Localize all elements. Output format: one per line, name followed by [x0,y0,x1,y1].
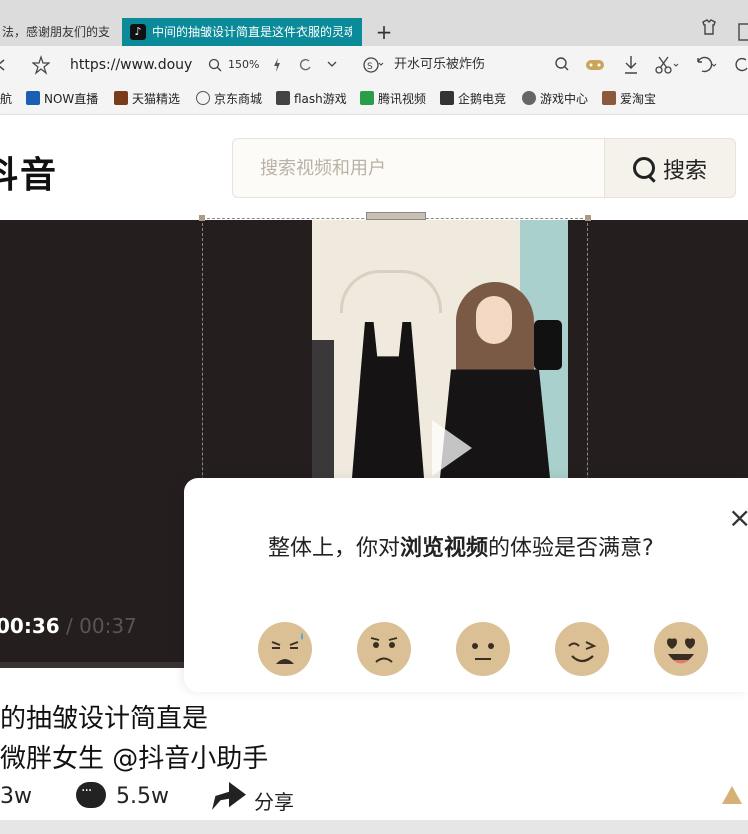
selection-corner-handle[interactable] [199,215,205,221]
current-time: 00:36 [0,614,60,638]
tab-active-label: 中间的抽皱设计简直是这件衣服的灵魂 [152,25,352,39]
total-time: 00:37 [79,614,137,638]
playback-time: 00:36 / 00:37 [0,614,137,638]
dissatisfied-face-icon[interactable] [357,622,411,676]
neutral-face-icon[interactable] [456,622,510,676]
bookmark-label: 游戏中心 [540,92,589,106]
bookmark-label: NOW直播 [44,92,99,106]
share-label[interactable]: 分享 [254,786,294,815]
window-menu-icon[interactable] [738,22,748,42]
bookmark-item[interactable]: flash游戏 [276,84,347,114]
bookmark-item[interactable]: 京东商城 [196,84,262,114]
chevron-down-icon[interactable] [326,46,338,84]
warning-icon[interactable] [722,786,742,804]
scissors-icon[interactable] [654,46,680,84]
video-title-line2: 微胖女生 @抖音小助手 [0,744,269,774]
bookmark-item[interactable]: 游戏中心 [522,84,588,114]
star-icon[interactable] [31,46,51,84]
penguin-esports-icon [440,91,454,105]
url-field[interactable]: https://www.douy [70,46,192,84]
selection-corner-handle[interactable] [585,215,591,221]
survey-question-bold: 浏览视频 [400,536,489,561]
douyin-favicon-icon: ♪ [130,24,146,40]
douyin-logo[interactable]: 抖音 [0,146,58,198]
comment-icon[interactable] [76,782,106,808]
bookmark-item[interactable]: 航 [0,84,12,114]
bottom-strip [0,820,748,834]
gamepad-icon[interactable] [584,46,606,84]
bookmark-label: 腾讯视频 [378,92,427,106]
now-live-icon [26,91,40,105]
very-satisfied-heart-eyes-face-icon[interactable] [654,622,708,676]
bookmark-label: 企鹅电竞 [458,92,507,106]
bookmark-label: 航 [0,92,13,106]
survey-question: 整体上，你对浏览视频的体验是否满意? [268,530,654,562]
back-icon[interactable] [0,46,8,84]
bookmark-item[interactable]: 企鹅电竞 [440,84,506,114]
very-dissatisfied-face-icon[interactable] [258,622,312,676]
address-search-text[interactable]: 开水可乐被炸伤 [394,46,485,84]
search-engine-icon[interactable]: S [362,46,384,84]
zoom-level[interactable]: 150% [228,46,259,84]
flash-icon[interactable] [272,46,282,84]
satisfied-wink-face-icon[interactable] [555,622,609,676]
comments-count[interactable]: 5.5w [116,784,169,809]
download-icon[interactable] [622,46,640,84]
likes-count[interactable]: 3w [0,784,32,809]
bookmark-item[interactable]: NOW直播 [26,84,98,114]
search-button[interactable]: 搜索 [604,138,736,198]
time-separator: / [59,614,80,638]
search-icon[interactable] [554,46,570,84]
survey-question-suffix: 的体验是否满意? [488,536,654,561]
tab-inactive-label: 法，感谢朋友们的支 [2,25,111,39]
search-icon [633,157,655,179]
selection-handle[interactable] [366,212,426,220]
bookmark-item[interactable]: 爱淘宝 [602,84,656,114]
ai-taobao-icon [602,91,616,105]
shirt-icon[interactable] [700,18,718,36]
undo-icon[interactable] [694,46,720,84]
bookmark-label: flash游戏 [294,92,347,106]
refresh-icon[interactable] [298,46,312,84]
tencent-video-icon [360,91,374,105]
svg-text:S: S [367,62,373,72]
tmall-icon [114,91,128,105]
close-icon[interactable]: × [728,504,748,532]
search-button-label: 搜索 [663,159,708,184]
new-tab-button[interactable]: + [372,18,396,46]
globe-icon [196,91,210,105]
history-icon[interactable] [734,46,748,84]
bookmark-label: 天猫精选 [132,92,181,106]
zoom-icon [208,46,222,84]
search-placeholder: 搜索视频和用户 [260,158,386,179]
tab-active[interactable]: ♪ 中间的抽皱设计简直是这件衣服的灵魂 [122,18,362,46]
survey-question-prefix: 整体上，你对 [268,536,401,561]
game-center-icon [522,91,536,105]
bookmark-label: 京东商城 [214,92,263,106]
tab-inactive[interactable]: 法，感谢朋友们的支 [0,18,118,46]
bookmark-item[interactable]: 腾讯视频 [360,84,426,114]
bookmark-label: 爱淘宝 [620,92,657,106]
video-title-line1: 的抽皱设计简直是 [0,704,209,734]
flash-game-icon [276,91,290,105]
bookmark-item[interactable]: 天猫精选 [114,84,180,114]
share-icon[interactable] [212,782,246,810]
